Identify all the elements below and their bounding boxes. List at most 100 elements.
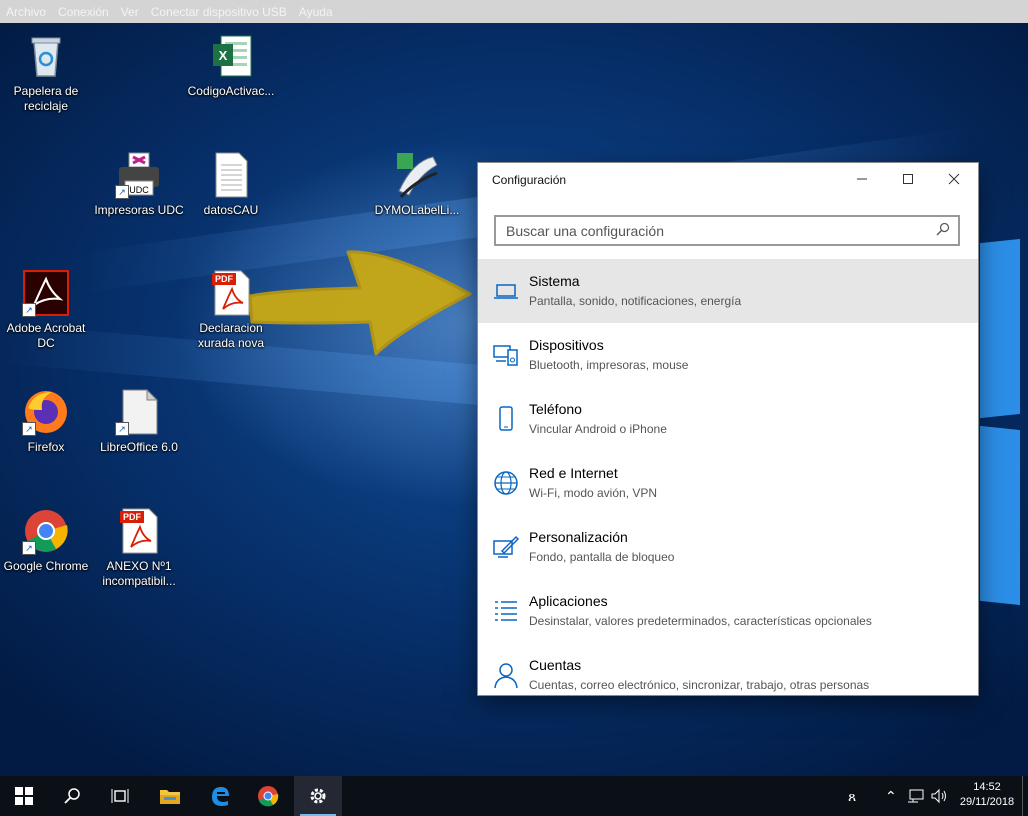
menu-ver[interactable]: Ver	[121, 5, 139, 19]
desktop-icon-anexo[interactable]: PDF ANEXO Nº1 incompatibil...	[94, 507, 184, 589]
paint-icon	[492, 533, 520, 561]
shortcut-arrow-icon: ↗	[115, 185, 129, 199]
settings-item-title: Personalización	[529, 529, 628, 545]
minimize-icon	[857, 178, 867, 180]
chrome-icon: ↗	[22, 507, 70, 555]
svg-text:PDF: PDF	[123, 512, 142, 522]
search-input[interactable]: Buscar una configuración	[494, 215, 960, 246]
clock-time: 14:52	[973, 781, 1001, 793]
chevron-up-icon: ⌃	[885, 787, 897, 804]
search-placeholder: Buscar una configuración	[506, 223, 664, 239]
person-icon	[492, 661, 520, 689]
settings-item-subtitle: Wi-Fi, modo avión, VPN	[529, 486, 658, 500]
taskbar-chrome[interactable]	[244, 776, 292, 816]
desktop-icon-label: Adobe Acrobat DC	[6, 321, 86, 350]
settings-item-subtitle: Pantalla, sonido, notificaciones, energí…	[529, 294, 742, 308]
show-hidden-icons-button[interactable]: ⌃	[885, 776, 897, 816]
pdf-file-icon: PDF	[115, 507, 163, 555]
shortcut-arrow-icon: ↗	[115, 422, 129, 436]
acrobat-icon: ↗	[22, 269, 70, 317]
menu-conexion[interactable]: Conexión	[58, 5, 109, 19]
viewer-menubar: Archivo Conexión Ver Conectar dispositiv…	[0, 0, 1028, 23]
settings-item-red-internet[interactable]: Red e Internet Wi-Fi, modo avión, VPN	[478, 451, 978, 515]
window-title: Configuración	[492, 173, 567, 187]
settings-item-cuentas[interactable]: Cuentas Cuentas, correo electrónico, sin…	[478, 643, 978, 695]
desktop-icon-dymolabel[interactable]: DYMOLabelLi...	[372, 151, 462, 218]
menu-archivo[interactable]: Archivo	[6, 5, 46, 19]
globe-icon	[492, 469, 520, 497]
settings-item-dispositivos[interactable]: Dispositivos Bluetooth, impresoras, mous…	[478, 323, 978, 387]
settings-item-aplicaciones[interactable]: Aplicaciones Desinstalar, valores predet…	[478, 579, 978, 643]
windows-logo-icon	[15, 787, 33, 805]
desktop-icon-impresoras-udc[interactable]: UDC ↗ Impresoras UDC	[94, 151, 184, 218]
settings-item-subtitle: Vincular Android o iPhone	[529, 422, 667, 436]
settings-item-title: Aplicaciones	[529, 593, 608, 609]
settings-item-subtitle: Cuentas, correo electrónico, sincronizar…	[529, 678, 870, 692]
text-document-icon	[207, 151, 255, 199]
desktop-icon-chrome[interactable]: ↗ Google Chrome	[1, 507, 91, 574]
edge-icon	[212, 787, 229, 806]
svg-text:X: X	[219, 48, 228, 63]
settings-item-telefono[interactable]: Teléfono Vincular Android o iPhone	[478, 387, 978, 451]
taskbar-file-explorer[interactable]	[146, 776, 194, 816]
desktop-icon-label: CodigoActivac...	[187, 84, 275, 98]
svg-text:UDC: UDC	[129, 185, 149, 195]
task-view-button[interactable]	[96, 776, 144, 816]
people-button[interactable]: ጸ	[848, 776, 856, 816]
menu-ayuda[interactable]: Ayuda	[299, 5, 333, 19]
desktop-icon-label: Papelera de reciclaje	[13, 84, 79, 113]
apps-list-icon	[492, 597, 520, 625]
minimize-button[interactable]	[839, 163, 885, 195]
network-icon	[908, 789, 924, 803]
desktop-icon-label: Impresoras UDC	[94, 203, 184, 217]
close-icon	[948, 173, 960, 185]
laptop-icon	[492, 277, 520, 305]
desktop-icon-label: DYMOLabelLi...	[374, 203, 460, 217]
clock-date: 29/11/2018	[959, 796, 1015, 808]
network-button[interactable]	[907, 776, 925, 816]
close-button[interactable]	[931, 163, 977, 195]
libreoffice-icon: ↗	[115, 388, 163, 436]
desktop-icon-datoscau[interactable]: datosCAU	[186, 151, 276, 218]
phone-icon	[492, 405, 520, 433]
show-desktop-button[interactable]	[1022, 776, 1028, 816]
desktop-icon-label: ANEXO Nº1 incompatibil...	[102, 559, 176, 588]
clock[interactable]: 14:52 29/11/2018	[954, 780, 1020, 810]
taskbar-search-button[interactable]	[48, 776, 96, 816]
start-button[interactable]	[0, 776, 48, 816]
wallpaper-logo-pane	[980, 425, 1020, 606]
settings-item-personalizacion[interactable]: Personalización Fondo, pantalla de bloqu…	[478, 515, 978, 579]
settings-item-title: Red e Internet	[529, 465, 618, 481]
people-icon: ጸ	[848, 787, 857, 804]
desktop-icon-recycle-bin[interactable]: Papelera de reciclaje	[1, 32, 91, 114]
printer-icon: UDC ↗	[115, 151, 163, 199]
task-view-icon	[111, 789, 129, 803]
gear-icon	[310, 788, 326, 804]
settings-item-subtitle: Desinstalar, valores predeterminados, ca…	[529, 614, 872, 628]
svg-text:PDF: PDF	[215, 274, 234, 284]
settings-item-sistema[interactable]: Sistema Pantalla, sonido, notificaciones…	[478, 259, 978, 323]
settings-item-subtitle: Bluetooth, impresoras, mouse	[529, 358, 689, 372]
menu-conectar-usb[interactable]: Conectar dispositivo USB	[151, 5, 287, 19]
folder-icon	[160, 790, 180, 804]
desktop-icon-label: Google Chrome	[3, 559, 89, 573]
desktop-icon-adobe-acrobat[interactable]: ↗ Adobe Acrobat DC	[1, 269, 91, 351]
dymo-label-icon	[393, 151, 441, 199]
excel-file-icon: X	[207, 32, 255, 80]
devices-icon	[492, 341, 520, 369]
settings-window: Configuración Buscar una configuración S…	[478, 163, 978, 695]
taskbar-edge[interactable]	[196, 776, 244, 816]
maximize-icon	[903, 174, 913, 184]
desktop-icon-codigoactivac[interactable]: X CodigoActivac...	[186, 32, 276, 99]
desktop-icon-label: datosCAU	[203, 203, 259, 217]
shortcut-arrow-icon: ↗	[22, 541, 36, 555]
desktop-icon-firefox[interactable]: ↗ Firefox	[1, 388, 91, 455]
titlebar[interactable]: Configuración	[478, 163, 978, 197]
taskbar-settings[interactable]	[294, 776, 342, 816]
volume-button[interactable]	[930, 776, 948, 816]
desktop-icon-libreoffice[interactable]: ↗ LibreOffice 6.0	[94, 388, 184, 455]
search-icon	[64, 788, 80, 804]
taskbar: ጸ ⌃ 14:52 29/11/2018	[0, 776, 1028, 816]
maximize-button[interactable]	[885, 163, 931, 195]
desktop-icon-label: Firefox	[27, 440, 65, 454]
